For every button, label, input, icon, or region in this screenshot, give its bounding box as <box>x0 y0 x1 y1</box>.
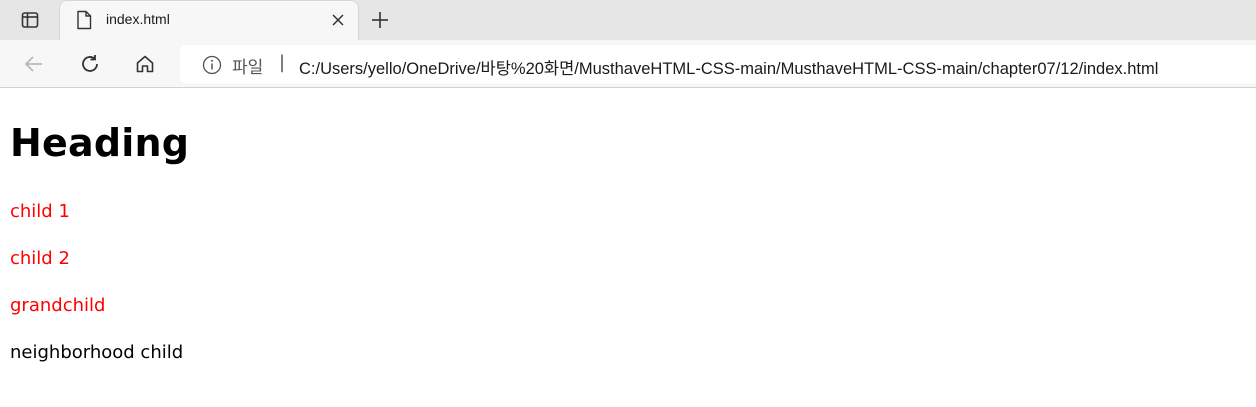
page-heading: Heading <box>10 121 190 165</box>
address-url[interactable]: C:/Users/yello/OneDrive/바탕%20화면/Musthave… <box>299 55 1158 79</box>
refresh-icon <box>79 53 101 75</box>
browser-toolbar: 파일 | C:/Users/yello/OneDrive/바탕%20화면/Mus… <box>0 40 1256 88</box>
reload-button[interactable] <box>74 48 106 80</box>
tab-title: index.html <box>106 11 170 27</box>
home-button[interactable] <box>129 48 161 80</box>
tab-actions-button[interactable] <box>8 4 52 36</box>
child-1-text: child 1 <box>10 201 70 222</box>
grandchild-text: grandchild <box>10 295 106 316</box>
home-icon <box>134 53 156 75</box>
neighborhood-child-text: neighborhood child <box>10 342 184 363</box>
tab-actions-icon <box>20 10 40 30</box>
tab-strip: index.html <box>0 0 1256 40</box>
address-scheme-label: 파일 <box>232 58 264 78</box>
plus-icon <box>370 10 390 30</box>
address-bar[interactable]: 파일 | C:/Users/yello/OneDrive/바탕%20화면/Mus… <box>180 45 1256 83</box>
child-2-text: child 2 <box>10 248 70 269</box>
address-separator: | <box>279 52 286 73</box>
close-icon <box>331 13 345 27</box>
back-button[interactable] <box>18 48 50 80</box>
arrow-left-icon <box>23 53 45 75</box>
close-tab-button[interactable] <box>328 10 348 30</box>
file-icon <box>75 10 93 30</box>
page-content: Heading child 1 child 2 grandchild neigh… <box>0 89 1256 407</box>
new-tab-button[interactable] <box>366 6 394 34</box>
info-icon[interactable] <box>202 55 222 75</box>
tab-index-html[interactable]: index.html <box>59 0 359 40</box>
